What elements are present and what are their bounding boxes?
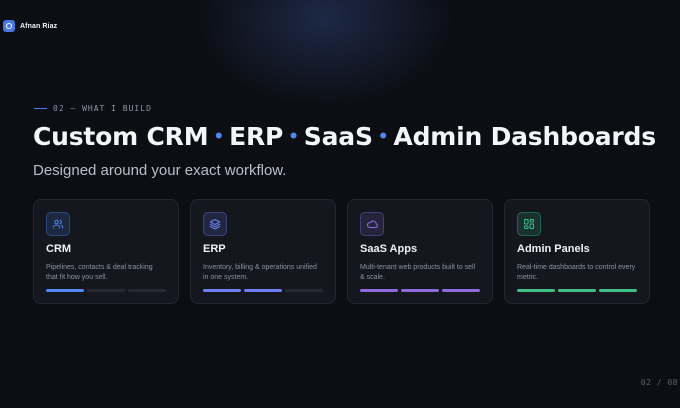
progress-segment: [244, 289, 282, 292]
progress-segment: [517, 289, 555, 292]
section-eyebrow: 02 — WHAT I BUILD: [34, 104, 152, 113]
progress-bars: [517, 289, 637, 292]
title-part-saas: SaaS: [303, 122, 373, 151]
card-title: ERP: [203, 243, 226, 255]
card-description: Real-time dashboards to control every me…: [517, 264, 636, 281]
progress-segment: [360, 289, 398, 292]
card-erp: ERP Inventory, billing & operations unif…: [190, 199, 336, 304]
separator-dot: •: [213, 127, 225, 147]
card-description: Pipelines, contacts & deal tracking that…: [46, 264, 153, 281]
card-title: Admin Panels: [517, 243, 590, 255]
title-part-erp: ERP: [229, 122, 284, 151]
progress-segment: [46, 289, 84, 292]
cloud-icon: [360, 212, 384, 236]
card-admin: Admin Panels Real-time dashboards to con…: [504, 199, 650, 304]
progress-bars: [46, 289, 166, 292]
progress-segment: [558, 289, 596, 292]
logo-icon: [3, 20, 15, 32]
card-description: Inventory, billing & operations unified …: [203, 264, 317, 281]
progress-segment: [203, 289, 241, 292]
title-part-crm: Custom CRM: [33, 122, 209, 151]
page-indicator: 02 / 08: [640, 378, 678, 387]
subheading: Designed around your exact workflow.: [33, 162, 287, 179]
progress-segment: [87, 289, 125, 292]
slide: Afnan Riaz 02 — WHAT I BUILD Custom CRM •…: [0, 0, 680, 408]
eyebrow-text: 02 — WHAT I BUILD: [53, 104, 152, 113]
card-title: CRM: [46, 243, 72, 255]
progress-segment: [128, 289, 166, 292]
card-description: Multi-tenant web products built to sell …: [360, 264, 476, 281]
dashboard-icon: [517, 212, 541, 236]
progress-segment: [401, 289, 439, 292]
progress-segment: [442, 289, 480, 292]
cards-row: CRM Pipelines, contacts & deal tracking …: [33, 199, 650, 304]
card-crm: CRM Pipelines, contacts & deal tracking …: [33, 199, 179, 304]
progress-segment: [599, 289, 637, 292]
progress-bars: [203, 289, 323, 292]
progress-bars: [360, 289, 480, 292]
brand: Afnan Riaz: [3, 20, 57, 32]
brand-name: Afnan Riaz: [20, 22, 58, 30]
progress-segment: [285, 289, 323, 292]
separator-dot: •: [377, 127, 389, 147]
layers-icon: [203, 212, 227, 236]
users-icon: [46, 212, 70, 236]
title-part-admin: Admin Dashboards: [393, 122, 656, 151]
eyebrow-line: [34, 107, 47, 110]
separator-dot: •: [288, 127, 299, 147]
card-title: SaaS Apps: [360, 243, 418, 255]
page-title: Custom CRM • ERP • SaaS • Admin Dashboards: [33, 122, 656, 151]
card-saas: SaaS Apps Multi-tenant web products buil…: [347, 199, 493, 304]
